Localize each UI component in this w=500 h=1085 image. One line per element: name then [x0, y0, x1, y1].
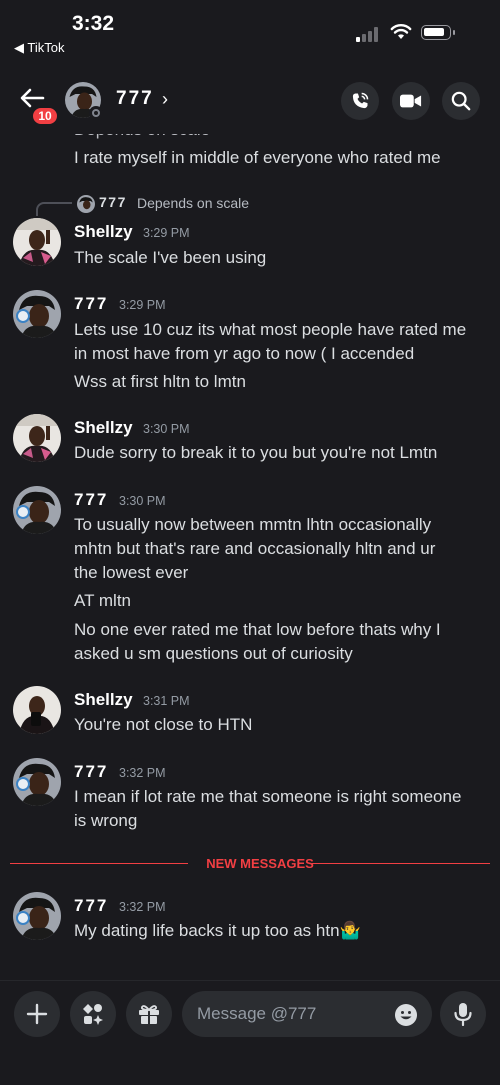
- message-timestamp: 3:29 PM: [119, 298, 166, 312]
- reply-author[interactable]: 777: [99, 194, 127, 210]
- message-author[interactable]: Shellzy: [74, 418, 133, 438]
- reply-preview[interactable]: Depends on scale: [137, 195, 249, 211]
- chevron-right-icon[interactable]: ›: [162, 89, 168, 110]
- message-text: I mean if lot rate me that someone is ri…: [74, 787, 462, 806]
- message-text: is wrong: [74, 811, 138, 830]
- avatar[interactable]: [13, 486, 61, 534]
- message-author[interactable]: 777: [74, 490, 108, 510]
- message-text: Dude sorry to break it to you but you're…: [74, 443, 438, 462]
- apps-icon: [83, 1004, 103, 1025]
- message-author[interactable]: Shellzy: [74, 222, 133, 242]
- message-text: I rate myself in middle of everyone who …: [74, 148, 441, 167]
- search-button[interactable]: [442, 82, 480, 120]
- reply-connector: [36, 202, 72, 216]
- plus-icon: [26, 1003, 48, 1025]
- phone-call-icon: [352, 92, 369, 109]
- avatar[interactable]: [13, 758, 61, 806]
- voice-call-button[interactable]: [341, 82, 379, 120]
- message-text: mhtn but that's rare and occasionally hl…: [74, 539, 436, 558]
- message-text: AT mltn: [74, 591, 131, 610]
- unread-badge: 10: [31, 106, 59, 126]
- message-timestamp: 3:30 PM: [143, 422, 190, 436]
- message-text: in most have from yr ago to now ( I acce…: [74, 344, 415, 363]
- avatar[interactable]: [13, 892, 61, 940]
- new-messages-divider: NEW MESSAGES: [10, 856, 490, 872]
- avatar[interactable]: [13, 218, 61, 266]
- emoji-icon[interactable]: [394, 1003, 418, 1027]
- chat-header: 10 777 ›: [0, 62, 500, 134]
- message-composer: [0, 980, 500, 1085]
- message-text: Wss at first hltn to lmtn: [74, 372, 246, 391]
- video-call-button[interactable]: [392, 82, 430, 120]
- avatar[interactable]: [13, 414, 61, 462]
- voice-message-button[interactable]: [440, 991, 486, 1037]
- back-to-app-link[interactable]: ◀ TikTok: [14, 40, 64, 56]
- avatar: [77, 195, 95, 213]
- attach-button[interactable]: [14, 991, 60, 1037]
- message-text: The scale I've been using: [74, 248, 267, 267]
- message-timestamp: 3:31 PM: [143, 694, 190, 708]
- avatar[interactable]: [13, 686, 61, 734]
- apps-button[interactable]: [70, 991, 116, 1037]
- video-camera-icon: [400, 94, 422, 108]
- channel-name[interactable]: 777: [116, 88, 154, 110]
- message-text: the lowest ever: [74, 563, 189, 582]
- message-timestamp: 3:32 PM: [119, 766, 166, 780]
- message-text: asked u sm questions out of curiosity: [74, 644, 353, 663]
- message-text: You're not close to HTN: [74, 715, 253, 734]
- microphone-icon: [454, 1003, 472, 1026]
- message-list[interactable]: Depends on scale I rate myself in middle…: [0, 116, 500, 980]
- message-author[interactable]: 777: [74, 762, 108, 782]
- message-text: No one ever rated me that low before tha…: [74, 620, 441, 639]
- gift-icon: [139, 1005, 159, 1024]
- message-text: My dating life backs it up too as htn🤷‍♂…: [74, 921, 361, 940]
- cellular-signal-icon: [356, 26, 382, 42]
- message-timestamp: 3:30 PM: [119, 494, 166, 508]
- message-text: To usually now between mmtn lhtn occasio…: [74, 515, 432, 534]
- battery-icon: [421, 25, 455, 40]
- message-author[interactable]: 777: [74, 294, 108, 314]
- message-timestamp: 3:29 PM: [143, 226, 190, 240]
- gift-button[interactable]: [126, 991, 172, 1037]
- message-author[interactable]: 777: [74, 896, 108, 916]
- message-timestamp: 3:32 PM: [119, 900, 166, 914]
- new-messages-label: NEW MESSAGES: [206, 856, 314, 871]
- offline-status-icon: [89, 106, 103, 120]
- status-time: 3:32: [72, 12, 115, 35]
- wifi-icon: [390, 24, 412, 39]
- message-text: Lets use 10 cuz its what most people hav…: [74, 320, 467, 339]
- avatar[interactable]: [13, 290, 61, 338]
- search-icon: [451, 91, 471, 111]
- message-author[interactable]: Shellzy: [74, 690, 133, 710]
- status-bar: 3:32 ◀ TikTok: [0, 0, 500, 62]
